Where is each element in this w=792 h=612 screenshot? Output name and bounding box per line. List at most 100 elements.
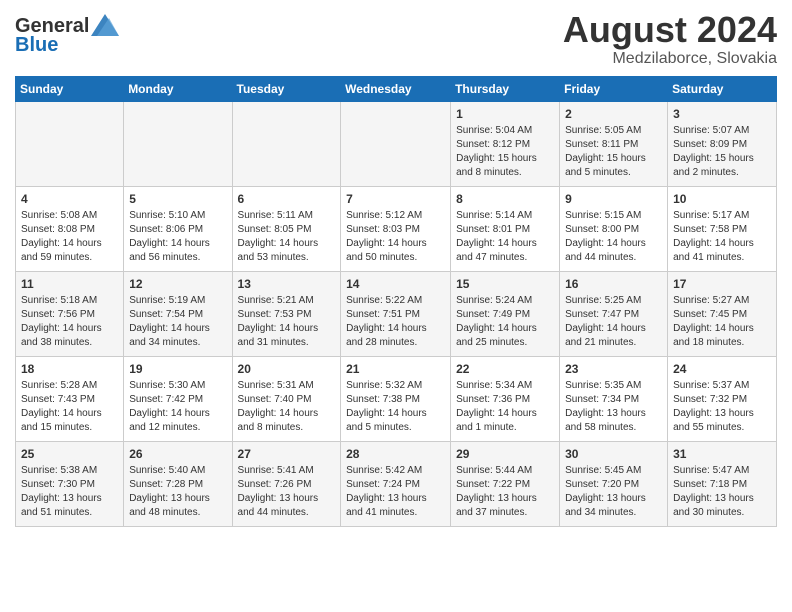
day-detail: Sunrise: 5:21 AM Sunset: 7:53 PM Dayligh… — [238, 294, 336, 350]
calendar-day-22: 22Sunrise: 5:34 AM Sunset: 7:36 PM Dayli… — [451, 356, 560, 441]
day-number: 23 — [565, 361, 662, 378]
calendar-table: SundayMondayTuesdayWednesdayThursdayFrid… — [15, 76, 777, 527]
calendar-day-6: 6Sunrise: 5:11 AM Sunset: 8:05 PM Daylig… — [232, 186, 341, 271]
day-detail: Sunrise: 5:40 AM Sunset: 7:28 PM Dayligh… — [129, 464, 226, 520]
calendar-day-11: 11Sunrise: 5:18 AM Sunset: 7:56 PM Dayli… — [16, 271, 124, 356]
calendar-day-2: 2Sunrise: 5:05 AM Sunset: 8:11 PM Daylig… — [560, 101, 668, 186]
day-detail: Sunrise: 5:14 AM Sunset: 8:01 PM Dayligh… — [456, 209, 554, 265]
day-number: 16 — [565, 276, 662, 293]
day-detail: Sunrise: 5:24 AM Sunset: 7:49 PM Dayligh… — [456, 294, 554, 350]
title-block: August 2024 Medzilaborce, Slovakia — [563, 10, 777, 68]
calendar-day-19: 19Sunrise: 5:30 AM Sunset: 7:42 PM Dayli… — [124, 356, 232, 441]
calendar-day-21: 21Sunrise: 5:32 AM Sunset: 7:38 PM Dayli… — [341, 356, 451, 441]
calendar-day-20: 20Sunrise: 5:31 AM Sunset: 7:40 PM Dayli… — [232, 356, 341, 441]
day-detail: Sunrise: 5:30 AM Sunset: 7:42 PM Dayligh… — [129, 379, 226, 435]
day-number: 11 — [21, 276, 118, 293]
calendar-empty — [341, 101, 451, 186]
calendar-day-23: 23Sunrise: 5:35 AM Sunset: 7:34 PM Dayli… — [560, 356, 668, 441]
calendar-day-24: 24Sunrise: 5:37 AM Sunset: 7:32 PM Dayli… — [668, 356, 777, 441]
calendar-week-4: 18Sunrise: 5:28 AM Sunset: 7:43 PM Dayli… — [16, 356, 777, 441]
day-number: 30 — [565, 446, 662, 463]
day-header-monday: Monday — [124, 76, 232, 101]
day-number: 18 — [21, 361, 118, 378]
day-number: 17 — [673, 276, 771, 293]
day-header-tuesday: Tuesday — [232, 76, 341, 101]
calendar-day-9: 9Sunrise: 5:15 AM Sunset: 8:00 PM Daylig… — [560, 186, 668, 271]
day-detail: Sunrise: 5:34 AM Sunset: 7:36 PM Dayligh… — [456, 379, 554, 435]
day-header-friday: Friday — [560, 76, 668, 101]
calendar-day-8: 8Sunrise: 5:14 AM Sunset: 8:01 PM Daylig… — [451, 186, 560, 271]
day-number: 24 — [673, 361, 771, 378]
day-detail: Sunrise: 5:44 AM Sunset: 7:22 PM Dayligh… — [456, 464, 554, 520]
day-header-wednesday: Wednesday — [341, 76, 451, 101]
main-title: August 2024 — [563, 10, 777, 50]
logo: General Blue — [15, 10, 119, 57]
day-detail: Sunrise: 5:19 AM Sunset: 7:54 PM Dayligh… — [129, 294, 226, 350]
calendar-day-27: 27Sunrise: 5:41 AM Sunset: 7:26 PM Dayli… — [232, 441, 341, 526]
day-detail: Sunrise: 5:15 AM Sunset: 8:00 PM Dayligh… — [565, 209, 662, 265]
day-detail: Sunrise: 5:12 AM Sunset: 8:03 PM Dayligh… — [346, 209, 445, 265]
day-number: 31 — [673, 446, 771, 463]
calendar-header-row: SundayMondayTuesdayWednesdayThursdayFrid… — [16, 76, 777, 101]
day-detail: Sunrise: 5:32 AM Sunset: 7:38 PM Dayligh… — [346, 379, 445, 435]
day-detail: Sunrise: 5:22 AM Sunset: 7:51 PM Dayligh… — [346, 294, 445, 350]
day-detail: Sunrise: 5:17 AM Sunset: 7:58 PM Dayligh… — [673, 209, 771, 265]
calendar-day-29: 29Sunrise: 5:44 AM Sunset: 7:22 PM Dayli… — [451, 441, 560, 526]
calendar-day-17: 17Sunrise: 5:27 AM Sunset: 7:45 PM Dayli… — [668, 271, 777, 356]
calendar-day-16: 16Sunrise: 5:25 AM Sunset: 7:47 PM Dayli… — [560, 271, 668, 356]
day-detail: Sunrise: 5:35 AM Sunset: 7:34 PM Dayligh… — [565, 379, 662, 435]
day-number: 3 — [673, 106, 771, 123]
day-number: 29 — [456, 446, 554, 463]
calendar-day-26: 26Sunrise: 5:40 AM Sunset: 7:28 PM Dayli… — [124, 441, 232, 526]
calendar-day-1: 1Sunrise: 5:04 AM Sunset: 8:12 PM Daylig… — [451, 101, 560, 186]
logo-icon — [91, 14, 119, 36]
day-detail: Sunrise: 5:31 AM Sunset: 7:40 PM Dayligh… — [238, 379, 336, 435]
page-header: General Blue August 2024 Medzilaborce, S… — [15, 10, 777, 68]
day-detail: Sunrise: 5:07 AM Sunset: 8:09 PM Dayligh… — [673, 124, 771, 180]
day-number: 8 — [456, 191, 554, 208]
calendar-empty — [124, 101, 232, 186]
day-detail: Sunrise: 5:42 AM Sunset: 7:24 PM Dayligh… — [346, 464, 445, 520]
day-detail: Sunrise: 5:28 AM Sunset: 7:43 PM Dayligh… — [21, 379, 118, 435]
calendar-day-13: 13Sunrise: 5:21 AM Sunset: 7:53 PM Dayli… — [232, 271, 341, 356]
calendar-day-15: 15Sunrise: 5:24 AM Sunset: 7:49 PM Dayli… — [451, 271, 560, 356]
calendar-day-31: 31Sunrise: 5:47 AM Sunset: 7:18 PM Dayli… — [668, 441, 777, 526]
day-detail: Sunrise: 5:45 AM Sunset: 7:20 PM Dayligh… — [565, 464, 662, 520]
day-number: 2 — [565, 106, 662, 123]
logo-blue-text: Blue — [15, 34, 58, 57]
calendar-empty — [16, 101, 124, 186]
day-number: 22 — [456, 361, 554, 378]
day-detail: Sunrise: 5:05 AM Sunset: 8:11 PM Dayligh… — [565, 124, 662, 180]
day-detail: Sunrise: 5:47 AM Sunset: 7:18 PM Dayligh… — [673, 464, 771, 520]
day-header-sunday: Sunday — [16, 76, 124, 101]
day-number: 27 — [238, 446, 336, 463]
day-detail: Sunrise: 5:08 AM Sunset: 8:08 PM Dayligh… — [21, 209, 118, 265]
day-number: 10 — [673, 191, 771, 208]
day-number: 12 — [129, 276, 226, 293]
day-number: 26 — [129, 446, 226, 463]
day-header-saturday: Saturday — [668, 76, 777, 101]
day-detail: Sunrise: 5:27 AM Sunset: 7:45 PM Dayligh… — [673, 294, 771, 350]
calendar-day-7: 7Sunrise: 5:12 AM Sunset: 8:03 PM Daylig… — [341, 186, 451, 271]
subtitle: Medzilaborce, Slovakia — [563, 50, 777, 68]
day-detail: Sunrise: 5:04 AM Sunset: 8:12 PM Dayligh… — [456, 124, 554, 180]
day-number: 28 — [346, 446, 445, 463]
day-number: 15 — [456, 276, 554, 293]
day-detail: Sunrise: 5:37 AM Sunset: 7:32 PM Dayligh… — [673, 379, 771, 435]
day-detail: Sunrise: 5:38 AM Sunset: 7:30 PM Dayligh… — [21, 464, 118, 520]
day-number: 1 — [456, 106, 554, 123]
day-detail: Sunrise: 5:41 AM Sunset: 7:26 PM Dayligh… — [238, 464, 336, 520]
day-number: 20 — [238, 361, 336, 378]
day-number: 13 — [238, 276, 336, 293]
calendar-week-5: 25Sunrise: 5:38 AM Sunset: 7:30 PM Dayli… — [16, 441, 777, 526]
day-number: 5 — [129, 191, 226, 208]
calendar-day-3: 3Sunrise: 5:07 AM Sunset: 8:09 PM Daylig… — [668, 101, 777, 186]
calendar-day-25: 25Sunrise: 5:38 AM Sunset: 7:30 PM Dayli… — [16, 441, 124, 526]
day-detail: Sunrise: 5:25 AM Sunset: 7:47 PM Dayligh… — [565, 294, 662, 350]
day-number: 14 — [346, 276, 445, 293]
calendar-week-1: 1Sunrise: 5:04 AM Sunset: 8:12 PM Daylig… — [16, 101, 777, 186]
calendar-day-5: 5Sunrise: 5:10 AM Sunset: 8:06 PM Daylig… — [124, 186, 232, 271]
calendar-day-14: 14Sunrise: 5:22 AM Sunset: 7:51 PM Dayli… — [341, 271, 451, 356]
day-detail: Sunrise: 5:10 AM Sunset: 8:06 PM Dayligh… — [129, 209, 226, 265]
calendar-empty — [232, 101, 341, 186]
